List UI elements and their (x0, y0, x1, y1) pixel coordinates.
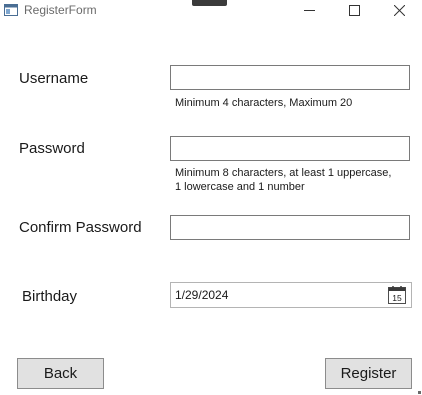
window-title: RegisterForm (24, 3, 97, 17)
minimize-icon (303, 5, 315, 16)
birthday-date-picker[interactable]: 1/29/2024 15 (170, 282, 412, 308)
password-hint-line-2: 1 lowercase and 1 number (175, 181, 305, 193)
maximize-icon (348, 4, 360, 16)
resize-grip[interactable] (418, 391, 421, 394)
birthday-value[interactable]: 1/29/2024 (175, 288, 228, 302)
password-hint-line-1: Minimum 8 characters, at least 1 upperca… (175, 167, 392, 179)
close-icon (393, 4, 405, 16)
username-input[interactable] (170, 65, 410, 90)
window-icon (4, 3, 18, 16)
drag-handle (192, 0, 227, 6)
confirm-password-label: Confirm Password (19, 219, 142, 236)
username-label: Username (19, 70, 89, 87)
password-label: Password (19, 140, 85, 157)
minimize-button[interactable] (286, 0, 332, 20)
calendar-day: 15 (392, 293, 402, 303)
password-input[interactable] (170, 136, 410, 161)
birthday-label: Birthday (22, 288, 78, 305)
username-hint: Minimum 4 characters, Maximum 20 (175, 97, 353, 109)
password-hint: Minimum 8 characters, at least 1 upperca… (175, 166, 415, 194)
confirm-password-input[interactable] (170, 215, 410, 240)
register-button[interactable]: Register (325, 358, 412, 389)
title-bar[interactable]: RegisterForm (0, 0, 422, 22)
close-button[interactable] (376, 0, 422, 20)
back-button[interactable]: Back (17, 358, 104, 389)
maximize-button[interactable] (331, 0, 377, 20)
calendar-icon[interactable]: 15 (388, 286, 406, 304)
